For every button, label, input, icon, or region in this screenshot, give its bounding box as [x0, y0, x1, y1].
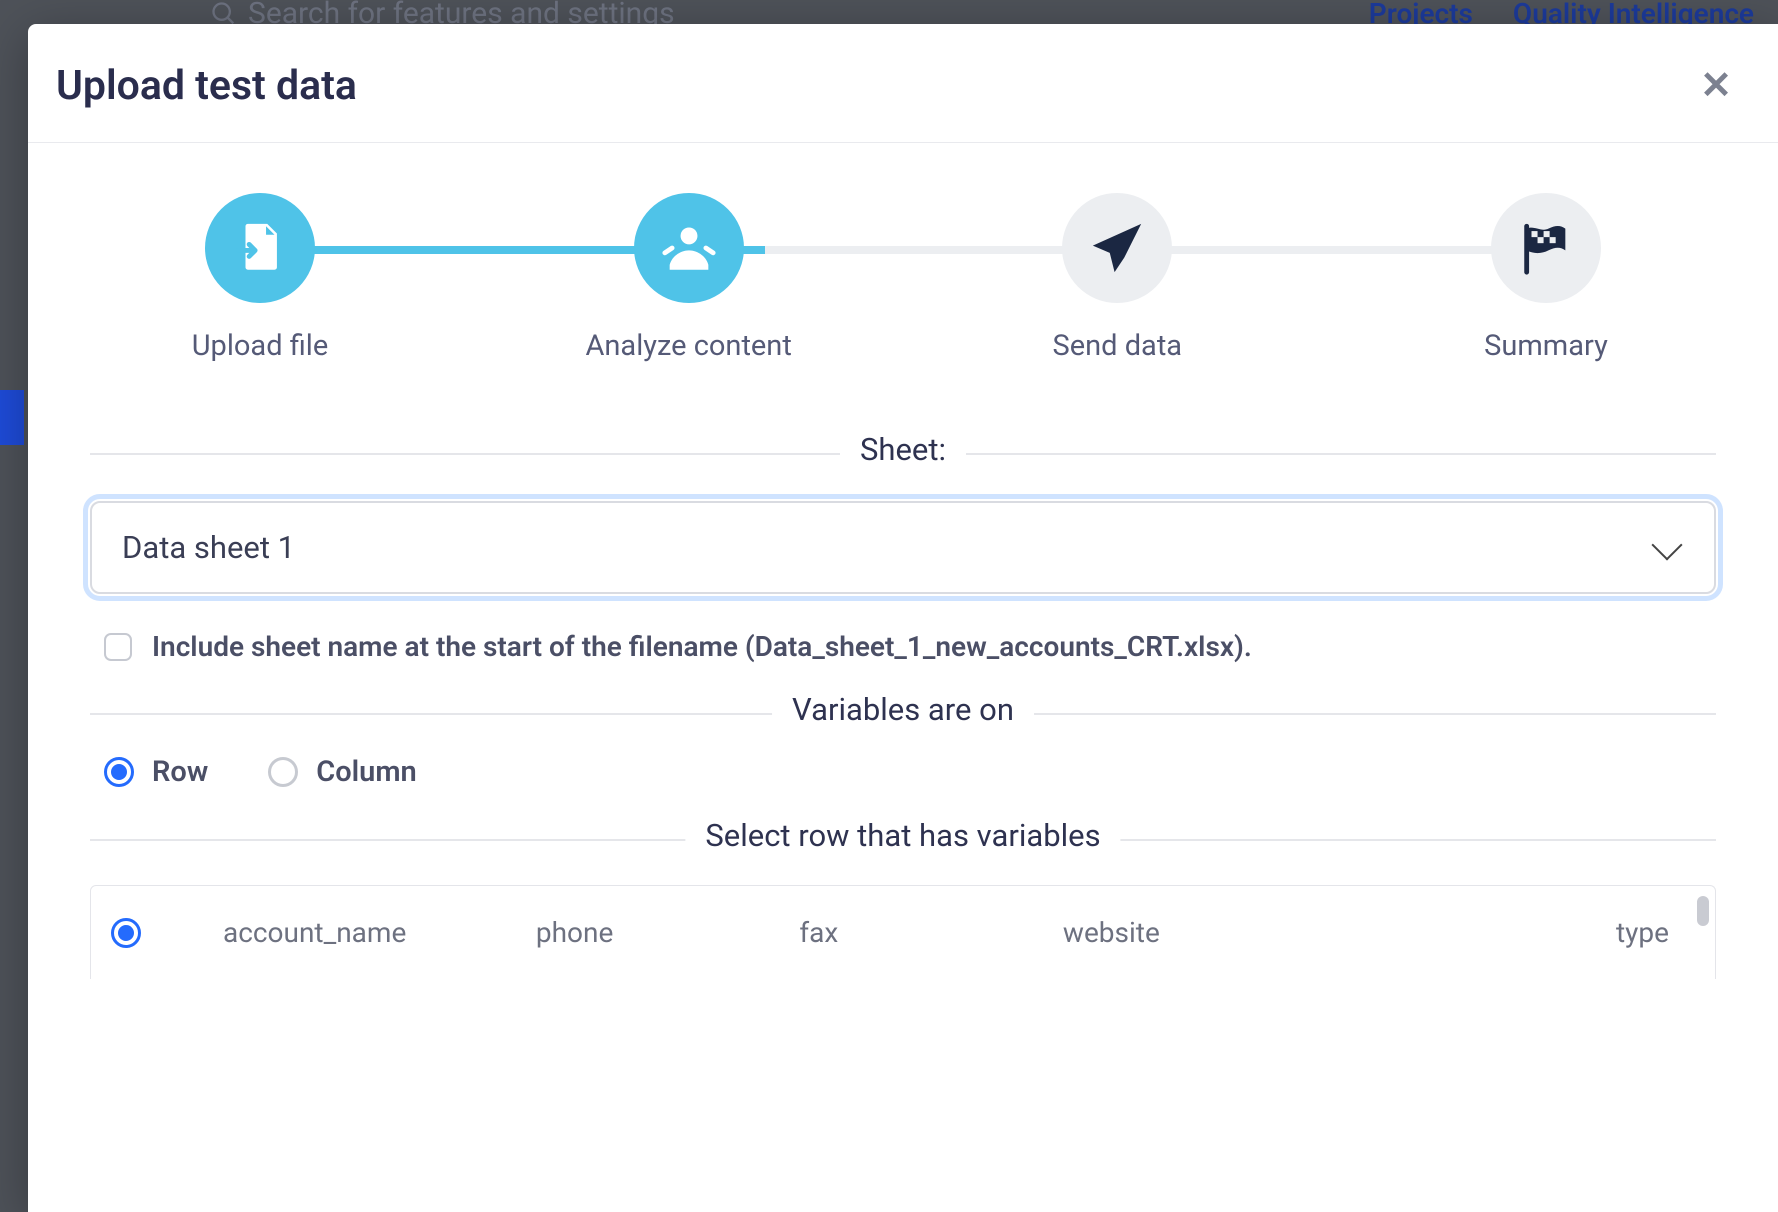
step-label: Analyze content — [586, 329, 792, 363]
modal-body: Upload file Analyze content — [28, 143, 1778, 1212]
variables-legend: Variables are on — [772, 691, 1034, 728]
radio-row[interactable] — [104, 757, 134, 787]
wizard-stepper: Upload file Analyze content — [90, 183, 1716, 423]
modal-title: Upload test data — [56, 62, 357, 110]
include-sheet-name-checkbox[interactable] — [104, 633, 132, 661]
upload-test-data-modal: Upload test data ✕ Upload file — [28, 24, 1778, 1212]
radio-column[interactable] — [268, 757, 298, 787]
step-circle — [634, 193, 744, 303]
select-variable-row-section: Select row that has variables account_na… — [90, 839, 1716, 979]
step-analyze-content[interactable]: Analyze content — [589, 193, 789, 363]
step-upload-file[interactable]: Upload file — [160, 193, 360, 363]
sidebar-active-indicator — [0, 390, 24, 445]
analyze-icon — [660, 219, 718, 277]
paper-plane-icon — [1088, 219, 1146, 277]
variable-row-radio[interactable] — [111, 918, 141, 948]
modal-header: Upload test data ✕ — [28, 24, 1778, 143]
step-label: Upload file — [192, 329, 329, 363]
radio-column-option[interactable]: Column — [268, 755, 416, 789]
radio-row-label: Row — [152, 755, 208, 789]
column-name: website — [1063, 916, 1406, 949]
step-circle — [1062, 193, 1172, 303]
variables-orientation-section: Variables are on Row Column — [90, 713, 1716, 789]
scrollbar-thumb[interactable] — [1697, 896, 1709, 926]
column-name: fax — [799, 916, 1063, 949]
step-circle — [1491, 193, 1601, 303]
include-sheet-name-row[interactable]: Include sheet name at the start of the f… — [90, 630, 1716, 663]
sheet-section: Sheet: Data sheet 1 Include sheet name a… — [90, 453, 1716, 663]
sheet-select-value: Data sheet 1 — [122, 529, 295, 566]
radio-row-option[interactable]: Row — [104, 755, 208, 789]
step-label: Send data — [1053, 329, 1183, 363]
variable-row-option[interactable]: account_name phone fax website type — [90, 885, 1716, 979]
step-summary[interactable]: Summary — [1446, 193, 1646, 363]
chevron-down-icon — [1651, 529, 1682, 560]
step-send-data[interactable]: Send data — [1017, 193, 1217, 363]
sheet-legend: Sheet: — [840, 431, 966, 468]
sheet-select[interactable]: Data sheet 1 — [90, 501, 1716, 594]
column-name: phone — [536, 916, 800, 949]
close-icon[interactable]: ✕ — [1700, 67, 1732, 105]
include-sheet-name-label: Include sheet name at the start of the f… — [152, 630, 1252, 663]
step-circle — [205, 193, 315, 303]
flag-checkered-icon — [1517, 219, 1575, 277]
step-label: Summary — [1484, 329, 1608, 363]
select-row-legend: Select row that has variables — [685, 817, 1120, 854]
column-name: type — [1405, 916, 1669, 949]
file-import-icon — [231, 219, 289, 277]
radio-column-label: Column — [316, 755, 416, 789]
column-name: account_name — [167, 916, 536, 949]
